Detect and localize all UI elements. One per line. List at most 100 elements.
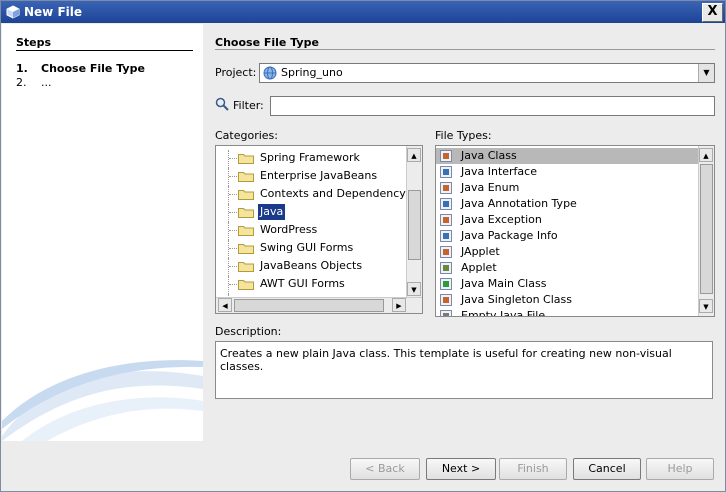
main-panel: Choose File Type Project: Spring_uno ▼ F… xyxy=(203,24,725,441)
scroll-left-icon[interactable]: ◀ xyxy=(218,298,232,312)
empty-java-file-icon xyxy=(440,310,452,316)
file-type-item[interactable]: Java Package Info xyxy=(436,228,698,244)
file-type-label: Applet xyxy=(461,261,497,274)
project-select[interactable]: Spring_uno ▼ xyxy=(259,63,715,83)
categories-tree[interactable]: Spring Framework Enterprise JavaBeans Cont… xyxy=(215,145,423,314)
java-class-icon xyxy=(440,150,452,162)
scroll-down-icon[interactable]: ▼ xyxy=(699,299,713,313)
file-types-list[interactable]: Java Class Java Interface Java Enum Java An… xyxy=(435,145,715,317)
file-type-label: Java Package Info xyxy=(461,229,558,242)
description-label: Description: xyxy=(215,325,282,338)
button-bar: < Back Next > Finish Cancel Help xyxy=(1,441,725,491)
category-item[interactable]: JavaBeans Objects xyxy=(216,258,406,276)
scroll-down-icon[interactable]: ▼ xyxy=(407,282,421,296)
file-type-item[interactable]: JApplet xyxy=(436,244,698,260)
step-number: 1. xyxy=(16,62,28,75)
file-type-label: Java Main Class xyxy=(461,277,547,290)
file-type-item[interactable]: Applet xyxy=(436,260,698,276)
file-type-label: Java Enum xyxy=(461,181,520,194)
java-exception-icon xyxy=(440,214,452,226)
category-item[interactable]: Spring Framework xyxy=(216,150,406,168)
category-label: Spring Framework xyxy=(260,151,360,164)
file-type-item[interactable]: Java Singleton Class xyxy=(436,292,698,308)
decorative-swoosh-graphic xyxy=(2,360,203,441)
scroll-right-icon[interactable]: ▶ xyxy=(392,298,406,312)
scroll-thumb[interactable] xyxy=(234,299,384,312)
file-type-item[interactable]: Java Class xyxy=(436,148,698,164)
file-type-label: Java Class xyxy=(461,149,517,162)
folder-icon xyxy=(238,244,254,254)
search-icon xyxy=(215,97,229,111)
step-item: 1. Choose File Type xyxy=(16,62,145,75)
file-type-label: Empty Java File xyxy=(461,309,546,317)
tree-connector xyxy=(229,248,237,250)
netbeans-cube-icon xyxy=(6,5,20,19)
categories-label: Categories: xyxy=(215,129,278,142)
java-main-class-icon xyxy=(440,278,452,290)
folder-icon xyxy=(238,154,254,164)
file-type-item[interactable]: Java Exception xyxy=(436,212,698,228)
tree-connector xyxy=(229,158,237,160)
folder-icon xyxy=(238,262,254,272)
category-label: Contexts and Dependency Inj xyxy=(260,187,423,200)
project-value: Spring_uno xyxy=(281,66,343,79)
japplet-icon xyxy=(440,246,452,258)
filter-input[interactable] xyxy=(270,96,715,116)
folder-icon xyxy=(238,190,254,200)
tree-connector xyxy=(229,194,237,196)
cancel-button[interactable]: Cancel xyxy=(573,458,641,480)
scroll-thumb[interactable] xyxy=(700,164,713,294)
file-types-label: File Types: xyxy=(435,129,492,142)
file-type-item[interactable]: Java Annotation Type xyxy=(436,196,698,212)
page-title: Choose File Type xyxy=(215,36,319,49)
category-label: Swing GUI Forms xyxy=(260,241,354,254)
categories-horizontal-scrollbar[interactable]: ◀ ▶ xyxy=(216,297,422,313)
tree-connector xyxy=(229,176,237,178)
step-number: 2. xyxy=(16,76,27,89)
finish-button[interactable]: Finish xyxy=(499,458,567,480)
new-file-dialog: New File X Steps 1. Choose File Type 2...… xyxy=(0,0,726,492)
title-bar[interactable]: New File X xyxy=(1,1,725,23)
steps-divider xyxy=(16,50,193,51)
tree-connector xyxy=(229,266,237,268)
applet-icon xyxy=(440,262,452,274)
folder-icon xyxy=(238,280,254,290)
next-button[interactable]: Next > xyxy=(426,458,496,480)
file-type-item[interactable]: Java Interface xyxy=(436,164,698,180)
steps-panel: Steps 1. Choose File Type 2.... xyxy=(2,24,203,441)
file-types-vertical-scrollbar[interactable]: ▲ ▼ xyxy=(698,146,714,316)
tree-connector xyxy=(229,230,237,232)
file-type-label: Java Annotation Type xyxy=(461,197,577,210)
description-text: Creates a new plain Java class. This tem… xyxy=(215,341,713,399)
category-item[interactable]: Java xyxy=(216,204,406,222)
close-button[interactable]: X xyxy=(702,3,723,22)
file-type-item[interactable]: Empty Java File xyxy=(436,308,698,317)
category-label: JavaBeans Objects xyxy=(260,259,363,272)
scroll-up-icon[interactable]: ▲ xyxy=(407,148,421,162)
file-type-label: Java Singleton Class xyxy=(461,293,572,306)
category-label: Java xyxy=(258,204,286,220)
category-item[interactable]: Enterprise JavaBeans xyxy=(216,168,406,186)
category-item[interactable]: Contexts and Dependency Inj xyxy=(216,186,422,204)
filter-label: Filter: xyxy=(233,99,264,112)
file-type-item[interactable]: Java Main Class xyxy=(436,276,698,292)
folder-icon xyxy=(238,172,254,182)
help-button[interactable]: Help xyxy=(646,458,714,480)
folder-icon xyxy=(238,208,254,218)
java-enum-icon xyxy=(440,182,452,194)
scroll-thumb[interactable] xyxy=(408,190,421,260)
window-title: New File xyxy=(24,5,83,19)
category-item[interactable]: WordPress xyxy=(216,222,406,240)
category-item[interactable]: Swing GUI Forms xyxy=(216,240,406,258)
category-item[interactable]: AWT GUI Forms xyxy=(216,276,406,294)
categories-vertical-scrollbar[interactable]: ▲ ▼ xyxy=(406,146,422,298)
chevron-down-icon[interactable]: ▼ xyxy=(698,64,714,82)
file-type-item[interactable]: Java Enum xyxy=(436,180,698,196)
scroll-up-icon[interactable]: ▲ xyxy=(699,148,713,162)
back-button[interactable]: < Back xyxy=(350,458,420,480)
folder-icon xyxy=(238,226,254,236)
java-annotation-icon xyxy=(440,198,452,210)
tree-connector xyxy=(229,212,237,214)
java-package-info-icon xyxy=(440,230,452,242)
step-item: 2.... xyxy=(16,76,52,89)
